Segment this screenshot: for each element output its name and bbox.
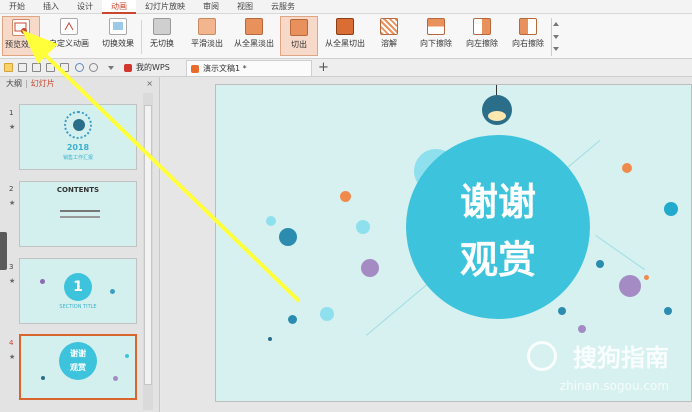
annotation-arrow (22, 30, 300, 302)
